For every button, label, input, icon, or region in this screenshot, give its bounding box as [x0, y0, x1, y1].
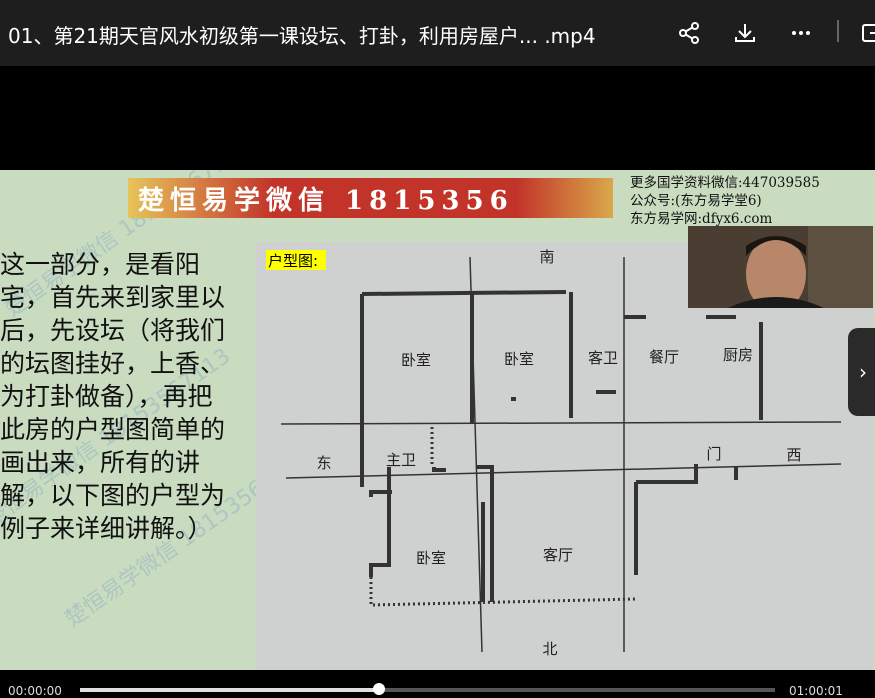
webcam-overlay: [688, 226, 873, 308]
room-bedroom2: 卧室: [504, 350, 534, 368]
door-label: 门: [706, 445, 721, 463]
video-frame[interactable]: 楚恒易学微信 18153567113 楚恒易学微信 18153567113 楚恒…: [0, 170, 875, 670]
slide-text: 这一部分，是看阳宅，首先来到家里以后，先设坛（将我们的坛图挂好，上香、为打卦做备…: [0, 250, 226, 543]
info-line: 公众号:(东方易学堂6): [630, 193, 762, 209]
north-label: 北: [542, 640, 557, 658]
east-label: 东: [316, 454, 331, 472]
toolbar-separator: [837, 20, 839, 42]
info-line: 更多国学资料微信:447039585: [630, 175, 820, 191]
room-guest-bath: 客卫: [588, 349, 618, 367]
time-current: 00:00:00: [8, 684, 62, 698]
progress-knob[interactable]: [372, 683, 385, 695]
title-bar: 01、第21期天官风水初级第一课设坛、打卦，利用房屋户... .mp4: [0, 0, 875, 66]
room-dining: 餐厅: [649, 348, 679, 366]
progress-bar[interactable]: [80, 683, 775, 695]
video-title: 01、第21期天官风水初级第一课设坛、打卦，利用房屋户... .mp4: [8, 24, 596, 48]
room-living: 客厅: [543, 546, 573, 564]
progress-fill: [80, 688, 379, 692]
room-kitchen: 厨房: [723, 346, 753, 364]
next-arrow[interactable]: ›: [848, 328, 875, 416]
download-icon[interactable]: [730, 18, 760, 48]
west-label: 西: [786, 446, 801, 464]
more-icon[interactable]: [786, 18, 816, 48]
room-bedroom3: 卧室: [416, 549, 446, 567]
slide-banner: 楚恒易学微信 1815356: [128, 178, 613, 218]
south-label: 南: [539, 248, 554, 266]
exit-icon[interactable]: [857, 18, 875, 48]
room-bedroom1: 卧室: [401, 351, 431, 369]
chevron-right-icon: ›: [859, 360, 867, 384]
slide-info: 更多国学资料微信:447039585 公众号:(东方易学堂6) 东方易学网:df…: [630, 174, 820, 228]
room-master-bath: 主卫: [386, 451, 416, 469]
plan-title: 户型图:: [268, 252, 318, 270]
time-total: 01:00:01: [789, 684, 843, 698]
share-icon[interactable]: [674, 18, 704, 48]
